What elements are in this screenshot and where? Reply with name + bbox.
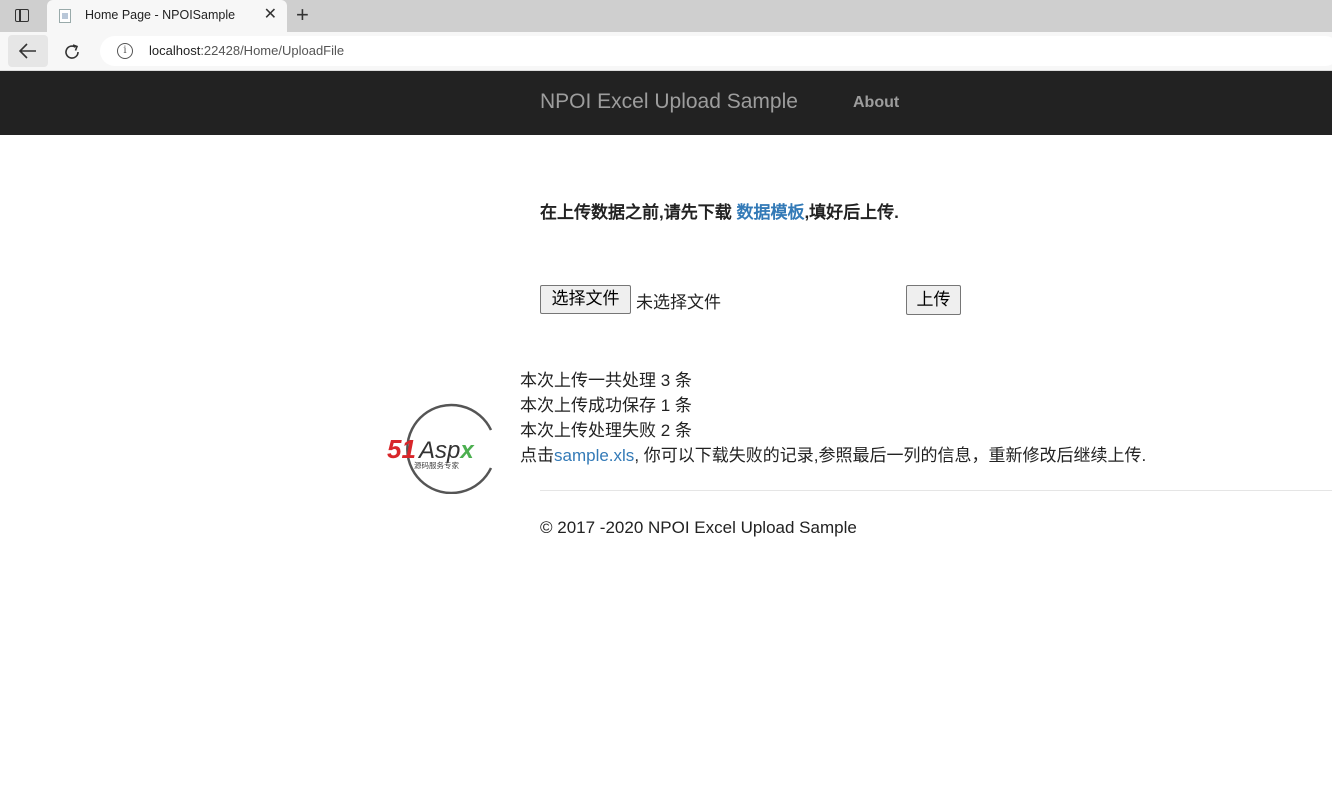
close-tab-icon[interactable]: ✕	[264, 6, 277, 24]
result-failed: 本次上传处理失败 2 条	[520, 421, 692, 440]
reload-button[interactable]	[56, 35, 88, 67]
download-suffix: , 你可以下载失败的记录,参照最后一列的信息，重新修改后继续上传.	[634, 446, 1147, 465]
notice-text-after: ,填好后上传.	[804, 203, 899, 222]
result-success: 本次上传成功保存 1 条	[520, 396, 692, 415]
reload-icon	[65, 44, 79, 59]
file-status-text: 未选择文件	[636, 293, 721, 312]
page-favicon-icon	[59, 9, 71, 23]
tab-actions-icon[interactable]	[14, 8, 32, 24]
site-info-icon[interactable]: i	[117, 43, 133, 59]
result-total: 本次上传一共处理 3 条	[520, 371, 692, 390]
url-host: localhost	[149, 43, 201, 58]
navbar-brand-link[interactable]: NPOI Excel Upload Sample	[540, 90, 798, 114]
url-path: :22428/Home/UploadFile	[200, 43, 345, 58]
url-text: localhost:22428/Home/UploadFile	[149, 43, 344, 58]
result-download-line: 点击sample.xls, 你可以下载失败的记录,参照最后一列的信息，重新修改后…	[520, 441, 1146, 466]
logo-51-text: 51	[387, 434, 416, 464]
upload-button[interactable]: 上传	[906, 285, 961, 315]
logo-aspx-text: Aspx	[417, 437, 475, 464]
footer-divider	[540, 490, 1332, 491]
51aspx-logo: 51 Aspx 源码服务专家	[386, 402, 512, 495]
browser-tab[interactable]: Home Page - NPOISample ✕	[47, 0, 287, 32]
download-template-notice: 在上传数据之前,请先下载 数据模板,填好后上传.	[540, 198, 899, 223]
notice-text-before: 在上传数据之前,请先下载	[540, 203, 737, 222]
url-field[interactable]: i localhost:22428/Home/UploadFile	[100, 36, 1332, 66]
download-prefix: 点击	[520, 446, 554, 465]
failed-records-download-link[interactable]: sample.xls	[554, 446, 634, 465]
site-navbar: NPOI Excel Upload Sample About	[0, 71, 1332, 135]
tab-title: Home Page - NPOISample	[85, 8, 236, 22]
nav-about-link[interactable]: About	[853, 94, 899, 112]
new-tab-icon[interactable]: +	[296, 4, 309, 26]
template-download-link[interactable]: 数据模板	[736, 203, 804, 222]
back-arrow-icon	[19, 43, 36, 59]
address-bar: i localhost:22428/Home/UploadFile	[0, 32, 1332, 71]
logo-tagline: 源码服务专家	[414, 460, 459, 470]
back-button[interactable]	[8, 35, 48, 67]
footer-copyright: © 2017 -2020 NPOI Excel Upload Sample	[540, 518, 857, 537]
choose-file-button[interactable]: 选择文件	[540, 285, 631, 314]
browser-tab-bar: Home Page - NPOISample ✕ +	[0, 0, 1332, 32]
